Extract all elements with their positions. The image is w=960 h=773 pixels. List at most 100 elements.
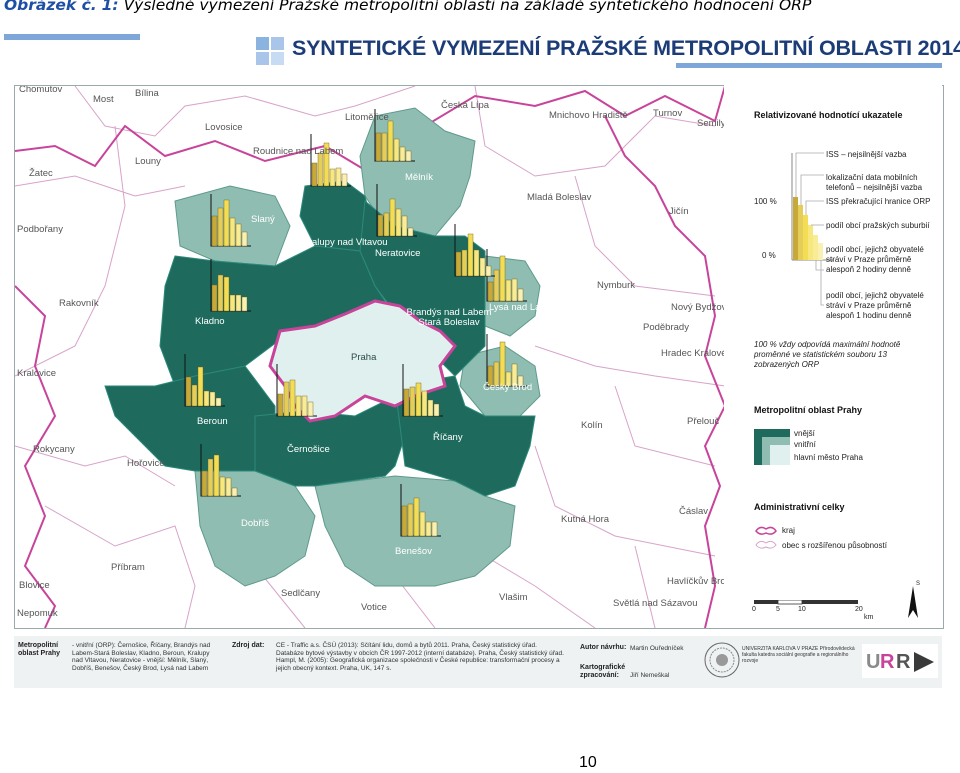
place-label-outside: Most — [93, 94, 114, 105]
legend-zone-outer: vnější — [794, 429, 815, 438]
bar-glyph-bar — [231, 487, 238, 497]
bar-glyph-bar — [295, 395, 302, 417]
bar-glyph-bar — [427, 399, 434, 417]
bar-glyph-bar — [223, 199, 230, 247]
place-label-outside: Votice — [361, 602, 387, 613]
legend-note: 100 % vždy odpovídá maximální hodnotě pr… — [754, 340, 901, 369]
place-label-outside: Turnov — [653, 108, 683, 119]
legend-admin-region: kraj — [782, 526, 795, 535]
place-label-outside: Kolín — [581, 420, 603, 431]
place-label-outside: Poděbrady — [643, 322, 689, 333]
bar-glyph-bar — [433, 403, 440, 417]
bar-glyph-bar — [203, 390, 210, 407]
urrlab-logo: U R R — [862, 644, 938, 678]
place-label-outside: Mladá Boleslav — [527, 192, 592, 203]
place-label-outside: Hradec Králové — [661, 348, 727, 359]
place-label-outside: Hořovice — [127, 458, 165, 469]
place-label-outside: Blovice — [19, 580, 50, 591]
place-label-outer: Kralupy nad Vltavou — [302, 237, 388, 248]
bar-glyph-bar — [235, 294, 242, 312]
bar-glyph-bar — [431, 521, 438, 537]
place-label-outside: Louny — [135, 156, 161, 167]
bar-glyph-bar — [191, 384, 198, 407]
bar-glyph-bar — [393, 138, 400, 162]
place-label-outside: Vlašim — [499, 592, 528, 603]
bar-glyph-bar — [185, 376, 192, 407]
place-label-outside: Kutná Hora — [561, 514, 610, 525]
bar-glyph-bar — [209, 391, 216, 407]
legend-zone-inner: vnitřní — [794, 440, 816, 449]
place-label-outer: Beroun — [197, 416, 228, 427]
bar-glyph-bar — [229, 294, 236, 312]
bar-glyph-bar — [511, 278, 518, 302]
legend-0pct: 0 % — [762, 251, 776, 260]
bar-glyph-bar — [197, 366, 204, 407]
bar-glyph-bar — [335, 167, 342, 187]
title-decoration-right — [676, 63, 942, 68]
bar-glyph-bar — [413, 497, 420, 537]
place-label-outside: Semily — [697, 118, 726, 129]
footer-text-carto: Jiří Nemeškal — [630, 672, 670, 679]
footer-heading-author: Autor návrhu: — [580, 644, 627, 651]
bar-glyph-bar — [387, 120, 394, 162]
bar-glyph-bar — [409, 386, 416, 417]
bar-glyph-bar — [405, 150, 412, 162]
place-label-outer: Neratovice — [375, 248, 421, 259]
bar-glyph-bar — [487, 281, 494, 302]
scale-bar — [754, 600, 858, 605]
scale-5: 5 — [776, 606, 780, 613]
bar-glyph-bar — [401, 505, 408, 537]
place-label-outside: Podbořany — [17, 224, 63, 235]
place-label-outside: Přelouč — [687, 416, 720, 427]
legend-item-6: podíl obcí, jejichž obyvatelé stráví v P… — [826, 291, 924, 320]
bar-glyph-bar — [235, 223, 242, 247]
place-label-outside: Nový Bydžov — [671, 302, 727, 313]
place-label-outside: Litoměřice — [345, 112, 389, 123]
bar-glyph-bar — [407, 503, 414, 537]
place-label-inner: Dobříš — [241, 518, 269, 529]
caption-number: 1: — [101, 0, 119, 14]
place-label-outside: Nepomuk — [17, 608, 58, 619]
footer-institution: UNIVERZITA KARLOVA V PRAZE Přírodovědeck… — [742, 646, 855, 664]
place-label-outer: Kladno — [195, 316, 225, 327]
legend-item-1: ISS – nejsilnější vazba — [826, 150, 907, 159]
place-label-outside: Čáslav — [679, 506, 709, 517]
figure-caption: Obrázek č. 1: Výsledné vymezení Pražské … — [4, 0, 811, 14]
place-label-outside: Rokycany — [33, 444, 75, 455]
legend-title-admin: Administrativní celky — [754, 502, 845, 512]
bar-glyph-bar — [307, 401, 314, 417]
bar-glyph-bar — [241, 296, 248, 312]
place-label-outside: Sedlčany — [281, 588, 321, 599]
bar-glyph-bar — [455, 251, 462, 277]
bar-glyph-bar — [219, 476, 226, 497]
scale-20: 20 — [855, 606, 863, 613]
title-decoration-left — [4, 34, 140, 40]
caption-text: Výsledné vymezení Pražské metropolitní o… — [123, 0, 812, 14]
svg-text:R: R — [880, 651, 895, 673]
bar-glyph-bar — [341, 173, 348, 187]
bar-glyph-bar — [383, 212, 390, 237]
bar-glyph-bar — [407, 227, 414, 237]
place-label-outside: Kralovice — [17, 368, 57, 379]
place-label-outside: Česká Lípa — [441, 100, 490, 111]
bar-glyph-bar — [399, 146, 406, 162]
bar-glyph-bar — [415, 382, 422, 417]
bar-glyph-bar — [225, 477, 232, 497]
bar-glyph-bar — [467, 233, 474, 277]
bar-glyph-bar — [419, 511, 426, 537]
legend-item-3: ISS překračující hranice ORP — [826, 197, 931, 206]
bar-glyph-bar — [485, 265, 492, 277]
bar-glyph-bar — [425, 521, 432, 537]
footer-panel: Metropolitní oblast Prahy - vnitřní (ORP… — [14, 636, 942, 688]
footer-heading-carto: Kartografické zpracování: — [580, 664, 626, 679]
legend-title-indicators: Relativizované hodnotící ukazatele — [754, 110, 903, 120]
place-label-inner: Lysá nad Labem — [489, 302, 559, 313]
bar-glyph-bar — [499, 255, 506, 302]
scale-unit: km — [864, 614, 874, 621]
north-label: S — [916, 581, 921, 587]
bar-glyph-bar — [217, 274, 224, 312]
bar-glyph-bar — [389, 198, 396, 237]
legend-zone-praha: hlavní město Praha — [794, 453, 863, 462]
bar-glyph-bar — [207, 458, 214, 497]
place-label-outer: Říčany — [433, 432, 463, 443]
